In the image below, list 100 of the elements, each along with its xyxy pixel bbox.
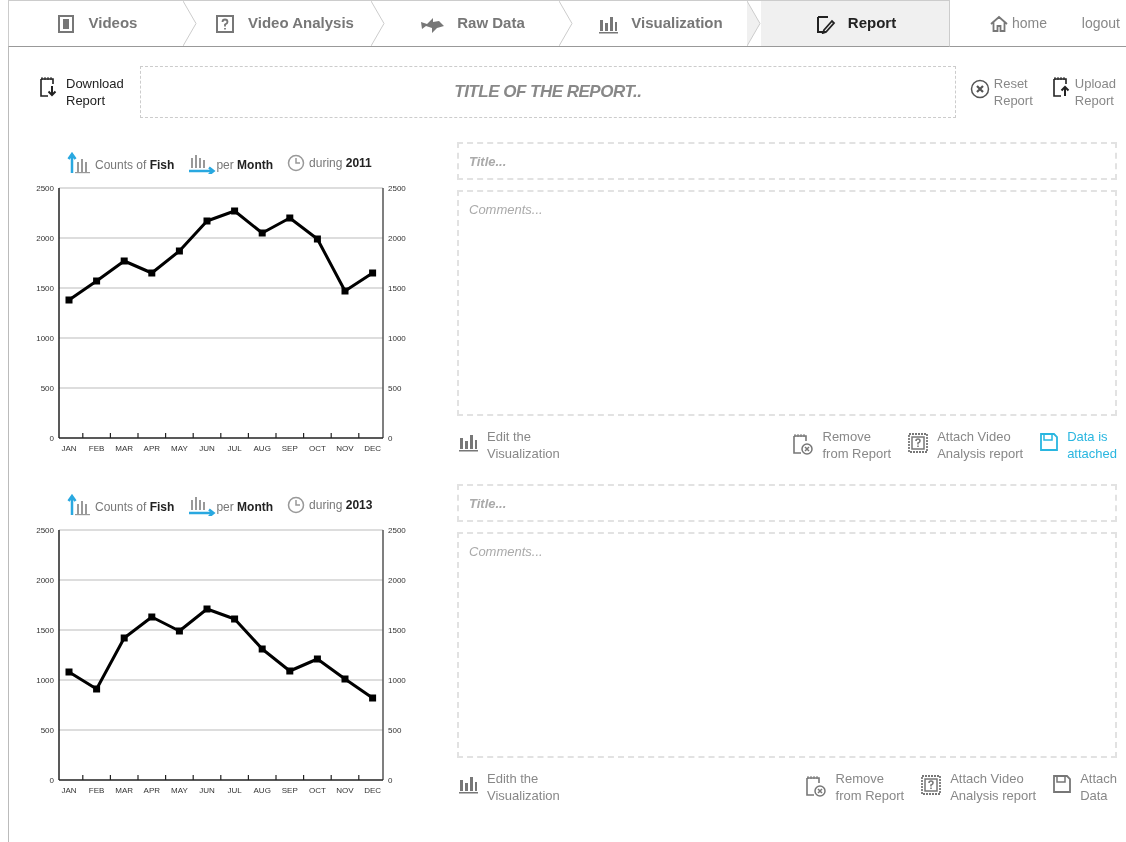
data-point <box>258 229 266 237</box>
y-tick-label: 2500 <box>388 526 406 535</box>
data-point <box>120 257 128 265</box>
bar-chart-up-arrow-icon <box>67 494 91 516</box>
y-tick-label: 2000 <box>388 576 406 585</box>
y-tick-label: 2500 <box>388 184 406 193</box>
x-tick-label: JAN <box>61 444 77 453</box>
home-link[interactable]: home <box>990 12 1048 34</box>
data-point <box>175 247 183 255</box>
x-tick-label: FEB <box>88 786 105 795</box>
upload-report-button[interactable]: Upload Report <box>1050 75 1116 109</box>
x-tick-label: APR <box>143 444 161 453</box>
x-tick-label: NOV <box>336 786 354 795</box>
data-point <box>93 277 101 285</box>
y-tick-label: 1500 <box>388 626 406 635</box>
measure-label: Counts of Fish <box>95 157 175 174</box>
unit-label: per Month <box>216 499 274 516</box>
attach-video-analysis-button[interactable]: Attach Video Analysis report <box>907 428 1024 462</box>
title-field[interactable]: Title... <box>457 142 1117 180</box>
data-point <box>369 269 377 277</box>
bar-chart-up-arrow-icon <box>67 152 91 174</box>
x-tick-label: SEP <box>281 444 298 453</box>
y-tick-label: 0 <box>388 776 393 785</box>
x-tick-label: AUG <box>253 786 271 795</box>
question-film-icon <box>920 774 943 796</box>
clock-icon <box>287 496 306 514</box>
y-tick-label: 1000 <box>36 676 54 685</box>
y-tick-label: 2000 <box>388 234 406 243</box>
remove-document-icon <box>803 774 828 798</box>
y-tick-label: 1500 <box>36 626 54 635</box>
data-point <box>93 685 101 693</box>
clock-icon <box>287 154 306 172</box>
y-tick-label: 1000 <box>388 676 406 685</box>
y-tick-label: 1000 <box>36 334 54 343</box>
data-point <box>313 235 321 243</box>
reset-report-button[interactable]: Reset Report <box>969 75 1033 109</box>
data-point <box>286 667 294 675</box>
data-point <box>231 615 239 623</box>
report-title-field[interactable]: TITLE OF THE REPORT.. <box>140 66 956 118</box>
period-label: during 2013 <box>309 497 373 514</box>
x-tick-label: JUN <box>199 444 215 453</box>
data-point <box>203 217 211 225</box>
y-tick-label: 1000 <box>388 334 406 343</box>
title-field[interactable]: Title... <box>457 484 1117 522</box>
y-tick-label: 2500 <box>36 184 54 193</box>
x-tick-label: FEB <box>88 444 105 453</box>
x-tick-label: SEP <box>281 786 298 795</box>
x-tick-label: OCT <box>308 786 326 795</box>
y-tick-label: 500 <box>388 384 402 393</box>
bar-chart-right-arrow-icon <box>188 152 217 174</box>
comments-field[interactable]: Comments... <box>457 532 1117 758</box>
data-point <box>286 214 294 222</box>
data-point <box>313 655 321 663</box>
y-tick-label: 500 <box>388 726 402 735</box>
y-tick-label: 0 <box>388 434 393 443</box>
unit-label: per Month <box>216 157 274 174</box>
edit-visualization-button[interactable]: Edit the Visualization <box>457 428 560 462</box>
remove-from-report-button[interactable]: Remove from Report <box>803 770 905 804</box>
data-point <box>341 675 349 683</box>
data-point <box>341 287 349 295</box>
y-tick-label: 2500 <box>36 526 54 535</box>
y-tick-label: 2000 <box>36 234 54 243</box>
remove-from-report-button[interactable]: Remove from Report <box>790 428 892 462</box>
attach-video-analysis-button[interactable]: Attach Video Analysis report <box>920 770 1037 804</box>
x-tick-label: MAY <box>171 444 188 453</box>
data-point <box>65 668 73 676</box>
download-report-button[interactable]: Download Report <box>38 75 126 109</box>
data-point <box>120 634 128 642</box>
data-point <box>203 605 211 613</box>
bar-chart-icon <box>457 774 479 794</box>
x-tick-label: MAR <box>115 444 134 453</box>
attach-data-button[interactable]: Data is attached <box>1039 428 1117 462</box>
question-film-icon <box>907 432 930 454</box>
data-point <box>231 207 239 215</box>
bar-chart-right-arrow-icon <box>188 494 217 516</box>
x-tick-label: APR <box>143 786 161 795</box>
data-point <box>369 694 377 702</box>
data-point <box>65 296 73 304</box>
logout-link[interactable]: logout <box>1081 12 1120 34</box>
home-icon <box>990 13 1008 34</box>
measure-label: Counts of Fish <box>95 499 175 516</box>
y-tick-label: 0 <box>49 434 54 443</box>
y-tick-label: 2000 <box>36 576 54 585</box>
data-point <box>148 269 156 277</box>
data-point <box>148 613 156 621</box>
period-label: during 2011 <box>309 155 372 172</box>
question-film-icon <box>214 13 237 34</box>
bar-chart-icon <box>457 432 479 452</box>
x-tick-label: JUL <box>227 786 242 795</box>
data-point <box>258 645 266 653</box>
close-circle-icon <box>969 79 990 99</box>
y-tick-label: 0 <box>49 776 54 785</box>
y-tick-label: 500 <box>40 384 54 393</box>
y-tick-label: 1500 <box>388 284 406 293</box>
y-tick-label: 1500 <box>36 284 54 293</box>
attach-data-button[interactable]: Attach Data <box>1052 770 1117 804</box>
comments-field[interactable]: Comments... <box>457 190 1117 416</box>
edit-visualization-button[interactable]: Edith the Visualization <box>457 770 560 804</box>
x-tick-label: DEC <box>364 786 382 795</box>
x-tick-label: AUG <box>253 444 271 453</box>
